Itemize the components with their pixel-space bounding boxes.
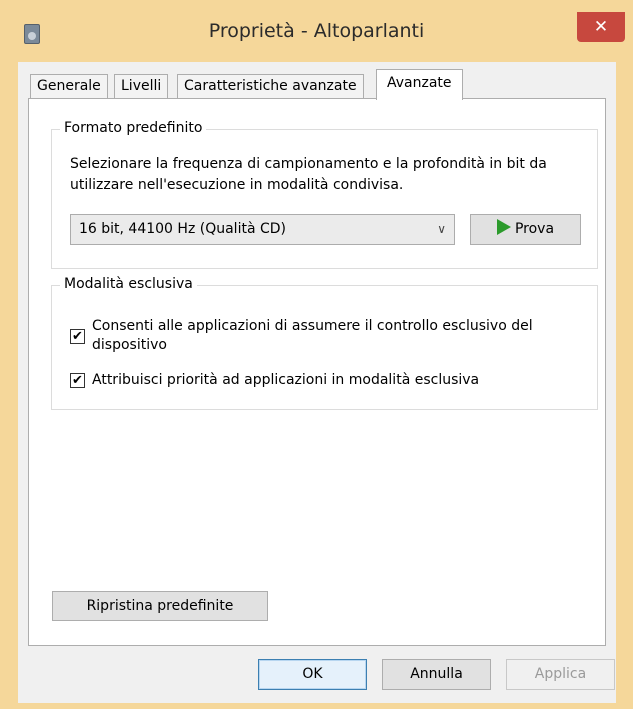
exclusive-priority-label: Attribuisci priorità ad applicazioni in … <box>92 372 480 388</box>
test-button-label: Prova <box>514 221 555 237</box>
exclusive-mode-group: Modalità esclusiva ✔ Consenti alle appli… <box>51 276 598 410</box>
allow-exclusive-control-checkbox[interactable]: ✔ <box>70 329 85 344</box>
dialog-client-area: Generale Livelli Caratteristiche avanzat… <box>18 62 616 703</box>
exclusive-priority-option[interactable]: ✔ Attribuisci priorità ad applicazioni i… <box>70 371 580 391</box>
ok-button[interactable]: OK <box>258 659 367 690</box>
title-bar[interactable]: Proprietà - Altoparlanti ✕ <box>0 0 633 62</box>
cancel-button[interactable]: Annulla <box>382 659 491 690</box>
properties-window: Proprietà - Altoparlanti ✕ Generale Live… <box>0 0 633 709</box>
default-format-legend: Formato predefinito <box>60 120 207 136</box>
default-format-description: Selezionare la frequenza di campionament… <box>70 156 547 193</box>
default-format-group: Formato predefinito Selezionare la frequ… <box>51 120 598 269</box>
apply-button[interactable]: Applica <box>506 659 615 690</box>
chevron-down-icon: ∨ <box>437 222 446 236</box>
format-dropdown-value: 16 bit, 44100 Hz (Qualità CD) <box>79 221 286 237</box>
allow-exclusive-control-option[interactable]: ✔ Consenti alle applicazioni di assumere… <box>70 317 580 357</box>
tab-avanzate[interactable]: Avanzate <box>376 69 463 100</box>
test-button[interactable]: Prova <box>470 214 581 245</box>
allow-exclusive-control-label: Consenti alle applicazioni di assumere i… <box>92 318 533 353</box>
format-dropdown[interactable]: 16 bit, 44100 Hz (Qualità CD) ∨ <box>70 214 455 245</box>
tab-panel-avanzate: Formato predefinito Selezionare la frequ… <box>28 98 606 646</box>
tab-caratteristiche-avanzate[interactable]: Caratteristiche avanzate <box>177 74 364 98</box>
play-icon <box>496 219 511 235</box>
restore-defaults-button[interactable]: Ripristina predefinite <box>52 591 268 621</box>
window-title: Proprietà - Altoparlanti <box>208 20 425 42</box>
exclusive-priority-checkbox[interactable]: ✔ <box>70 373 85 388</box>
exclusive-mode-legend: Modalità esclusiva <box>60 276 197 292</box>
tab-livelli[interactable]: Livelli <box>114 74 169 98</box>
close-button[interactable]: ✕ <box>577 12 625 42</box>
tab-generale[interactable]: Generale <box>30 74 108 98</box>
